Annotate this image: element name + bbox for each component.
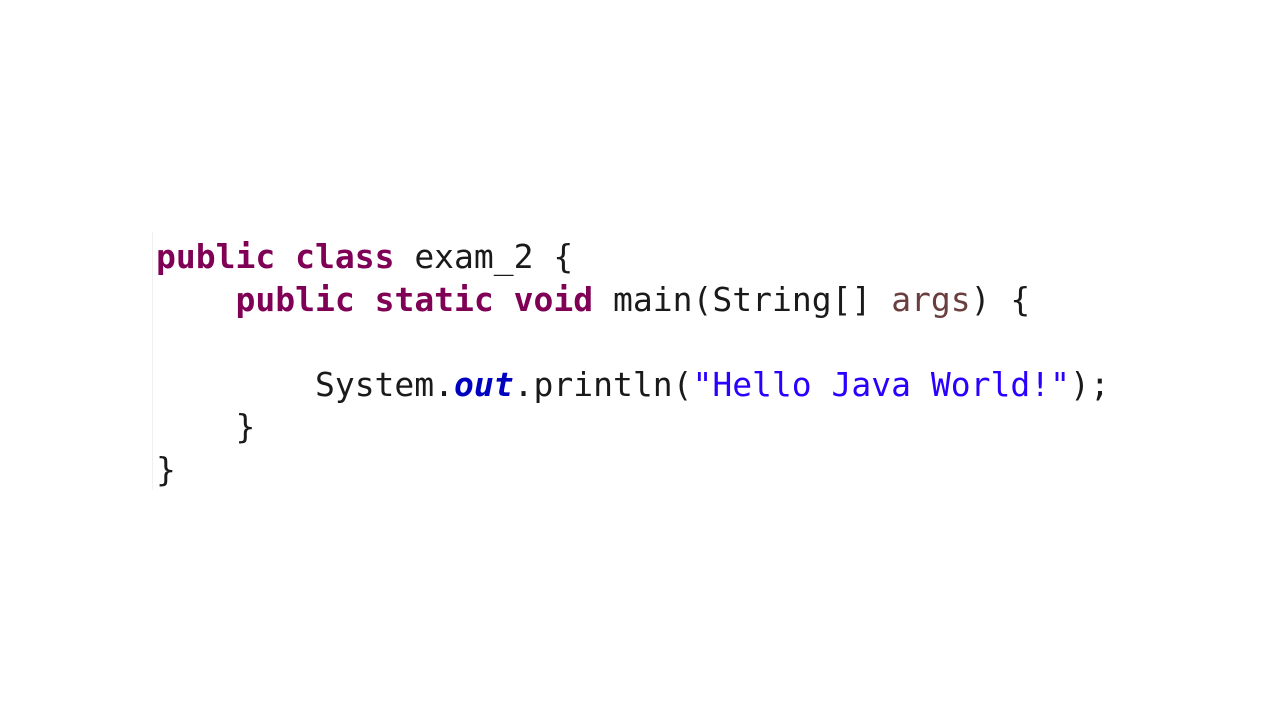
code-line-5: } xyxy=(156,406,1110,449)
println-call: .println( xyxy=(513,364,693,404)
code-line-2: public static void main(String[] args) { xyxy=(156,279,1110,322)
code-line-1: public class exam_2 { xyxy=(156,236,1110,279)
close-brace-class: } xyxy=(156,449,176,489)
class-name: exam_2 xyxy=(414,237,534,276)
keyword-static: static xyxy=(374,279,494,319)
out-field: out xyxy=(454,364,514,404)
signature-close: ) { xyxy=(970,279,1031,319)
string-literal: "Hello Java World!" xyxy=(692,364,1070,404)
keyword-public: public xyxy=(156,237,276,276)
method-signature: main(String[] xyxy=(613,279,872,319)
open-brace: { xyxy=(553,237,574,276)
code-block: public class exam_2 { public static void… xyxy=(156,236,1110,491)
system-object: System. xyxy=(314,364,455,404)
keyword-void: void xyxy=(513,279,594,319)
keyword-public: public xyxy=(235,279,355,319)
statement-end: ); xyxy=(1069,364,1110,404)
close-brace-method: } xyxy=(235,407,256,446)
code-editor[interactable]: public class exam_2 { public static void… xyxy=(152,232,1152,490)
code-line-6: } xyxy=(156,449,1110,492)
parameter-args: args xyxy=(891,279,971,319)
code-line-4: System.out.println("Hello Java World!"); xyxy=(156,364,1110,407)
keyword-class: class xyxy=(295,237,395,276)
